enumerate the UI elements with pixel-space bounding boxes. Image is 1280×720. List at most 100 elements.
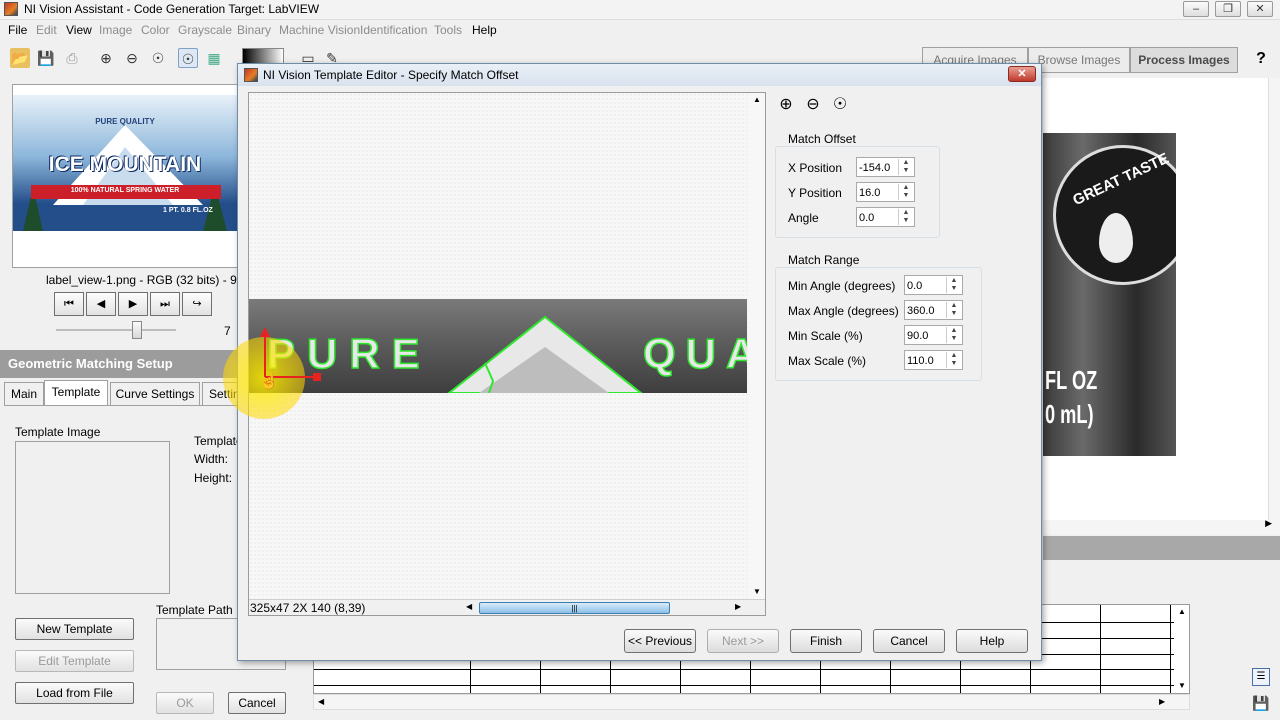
dialog-close-button[interactable]: ✕ bbox=[1008, 66, 1036, 82]
image-thumbnail[interactable]: PURE QUALITY ICE MOUNTAIN 100% NATURAL S… bbox=[12, 84, 238, 268]
load-from-file-button[interactable]: Load from File bbox=[15, 682, 134, 704]
table-scroll-up-icon[interactable]: ▲ bbox=[1178, 607, 1186, 616]
tab-template[interactable]: Template bbox=[44, 380, 108, 406]
min-angle-spin-arrows[interactable]: ▲ ▼ bbox=[946, 277, 961, 293]
previous-button[interactable]: << Previous bbox=[624, 629, 696, 653]
template-image-box bbox=[15, 441, 170, 594]
next-button[interactable]: Next >> bbox=[707, 629, 779, 653]
max-scale-spinbox[interactable]: ▲▼ bbox=[904, 350, 963, 370]
tab-main[interactable]: Main bbox=[4, 382, 44, 406]
close-button[interactable]: ✕ bbox=[1247, 1, 1273, 17]
thumbnail-size: 1 PT. 0.8 FL.OZ bbox=[163, 207, 213, 214]
canvas-scroll-right-icon[interactable]: ▶ bbox=[735, 602, 741, 611]
canvas-horizontal-scroll-thumb[interactable]: ||| bbox=[479, 602, 670, 614]
template-editor-dialog: NI Vision Template Editor - Specify Matc… bbox=[223, 63, 1042, 661]
canvas-scroll-down-icon[interactable]: ▼ bbox=[753, 587, 761, 596]
new-template-button[interactable]: New Template bbox=[15, 618, 134, 640]
y-position-spinbox[interactable]: ▲▼ bbox=[856, 182, 915, 202]
zoom-out-icon[interactable]: ⊖ bbox=[122, 48, 142, 68]
canvas-scroll-up-icon[interactable]: ▲ bbox=[753, 95, 761, 104]
script-save-icon[interactable]: 💾 bbox=[1252, 694, 1270, 712]
bottle-label-image: GREAT TASTE FL OZ 0 mL) bbox=[1043, 133, 1176, 456]
image-horizontal-scrollbar[interactable]: ▶ bbox=[1043, 518, 1280, 534]
next-image-button[interactable]: ▶ bbox=[118, 292, 148, 316]
main-image-view[interactable]: GREAT TASTE FL OZ 0 mL) bbox=[1043, 78, 1268, 520]
y-position-spin-arrows[interactable]: ▲ ▼ bbox=[898, 184, 913, 200]
min-angle-input[interactable] bbox=[907, 278, 951, 293]
zoom-in-icon[interactable]: ⊕ bbox=[96, 48, 116, 68]
open-image-icon[interactable]: 📂 bbox=[10, 48, 30, 68]
angle-spinbox[interactable]: ▲▼ bbox=[856, 207, 915, 227]
help-icon[interactable]: ? bbox=[1250, 48, 1272, 70]
x-position-spin-arrows[interactable]: ▲ ▼ bbox=[898, 159, 913, 175]
script-list-icon[interactable]: ☰ bbox=[1252, 668, 1270, 686]
image-slider-track[interactable] bbox=[56, 329, 176, 331]
max-scale-label: Max Scale (%) bbox=[788, 354, 867, 368]
edit-template-button[interactable]: Edit Template bbox=[15, 650, 134, 672]
max-scale-spin-arrows[interactable]: ▲ ▼ bbox=[946, 352, 961, 368]
table-scroll-right-icon[interactable]: ▶ bbox=[1159, 697, 1165, 706]
min-angle-spinbox[interactable]: ▲▼ bbox=[904, 275, 963, 295]
dialog-zoom-in-icon[interactable]: ⊕ bbox=[775, 94, 797, 116]
zoom-1-1-icon[interactable]: ☉ bbox=[148, 48, 168, 68]
menu-image[interactable]: Image bbox=[99, 23, 132, 37]
dialog-app-icon bbox=[244, 68, 258, 82]
image-slider-thumb[interactable] bbox=[132, 321, 142, 339]
min-scale-spin-arrows[interactable]: ▲ ▼ bbox=[946, 327, 961, 343]
canvas-vertical-scrollbar[interactable]: ▲ ▼ bbox=[749, 93, 765, 599]
print-icon[interactable]: ⎙ bbox=[62, 48, 82, 68]
max-angle-spin-arrows[interactable]: ▲ ▼ bbox=[946, 302, 961, 318]
dialog-cancel-button[interactable]: Cancel bbox=[873, 629, 945, 653]
table-scroll-down-icon[interactable]: ▼ bbox=[1178, 681, 1186, 690]
max-angle-input[interactable] bbox=[907, 303, 951, 318]
table-horizontal-scrollbar[interactable]: ◀ ▶ bbox=[313, 694, 1190, 710]
tab-process-images[interactable]: Process Images bbox=[1130, 47, 1238, 73]
dialog-title-bar: NI Vision Template Editor - Specify Matc… bbox=[238, 64, 1041, 86]
menu-help[interactable]: Help bbox=[472, 23, 497, 37]
min-scale-spinbox[interactable]: ▲▼ bbox=[904, 325, 963, 345]
tab-browse-images[interactable]: Browse Images bbox=[1028, 47, 1130, 73]
min-angle-label: Min Angle (degrees) bbox=[788, 279, 896, 293]
menu-binary[interactable]: Binary bbox=[237, 23, 271, 37]
menu-machine-vision[interactable]: Machine Vision bbox=[279, 23, 360, 37]
template-width-label: Width: bbox=[194, 452, 229, 466]
template-info-title: Template bbox=[194, 434, 243, 448]
restore-button[interactable]: ❐ bbox=[1215, 1, 1241, 17]
template-canvas[interactable]: PURE QUA ☝ ▲ ▼ 325x47 2X 140 (8,39) ◀ ||… bbox=[223, 92, 766, 616]
image-vertical-scrollbar[interactable] bbox=[1268, 78, 1280, 520]
zoom-fit-icon[interactable]: ☉ bbox=[178, 48, 198, 68]
ok-button[interactable]: OK bbox=[156, 692, 214, 714]
angle-spin-arrows[interactable]: ▲ ▼ bbox=[898, 209, 913, 225]
menu-color[interactable]: Color bbox=[141, 23, 170, 37]
dialog-zoom-1-1-icon[interactable]: ☉ bbox=[829, 94, 851, 116]
menu-tools[interactable]: Tools bbox=[434, 23, 462, 37]
prev-image-button[interactable]: ◀ bbox=[86, 292, 116, 316]
menu-edit[interactable]: Edit bbox=[36, 23, 57, 37]
menu-view[interactable]: View bbox=[66, 23, 92, 37]
return-button[interactable]: ↪ bbox=[182, 292, 212, 316]
last-image-button[interactable]: ⏭ bbox=[150, 292, 180, 316]
x-position-spinbox[interactable]: ▲▼ bbox=[856, 157, 915, 177]
x-position-input[interactable] bbox=[859, 160, 903, 175]
menu-identification[interactable]: Identification bbox=[360, 23, 427, 37]
y-position-label: Y Position bbox=[788, 186, 842, 200]
menu-file[interactable]: File bbox=[8, 23, 27, 37]
save-icon[interactable]: 💾 bbox=[36, 48, 56, 68]
menu-grayscale[interactable]: Grayscale bbox=[178, 23, 232, 37]
dialog-zoom-out-icon[interactable]: ⊖ bbox=[802, 94, 824, 116]
y-position-input[interactable] bbox=[859, 185, 903, 200]
table-scroll-left-icon[interactable]: ◀ bbox=[318, 697, 324, 706]
tab-curve-settings[interactable]: Curve Settings bbox=[110, 382, 200, 406]
left-cancel-button[interactable]: Cancel bbox=[228, 692, 286, 714]
image-mode-icon[interactable]: ▦ bbox=[204, 48, 224, 68]
thumbnail-brand-top: PURE QUALITY bbox=[95, 117, 155, 126]
min-scale-input[interactable] bbox=[907, 328, 951, 343]
first-image-button[interactable]: ⏮ bbox=[54, 292, 84, 316]
max-angle-spinbox[interactable]: ▲▼ bbox=[904, 300, 963, 320]
finish-button[interactable]: Finish bbox=[790, 629, 862, 653]
angle-input[interactable] bbox=[859, 210, 903, 225]
max-scale-input[interactable] bbox=[907, 353, 951, 368]
dialog-help-button[interactable]: Help bbox=[956, 629, 1028, 653]
minimize-button[interactable]: – bbox=[1183, 1, 1209, 17]
canvas-scroll-left-icon[interactable]: ◀ bbox=[466, 602, 472, 611]
